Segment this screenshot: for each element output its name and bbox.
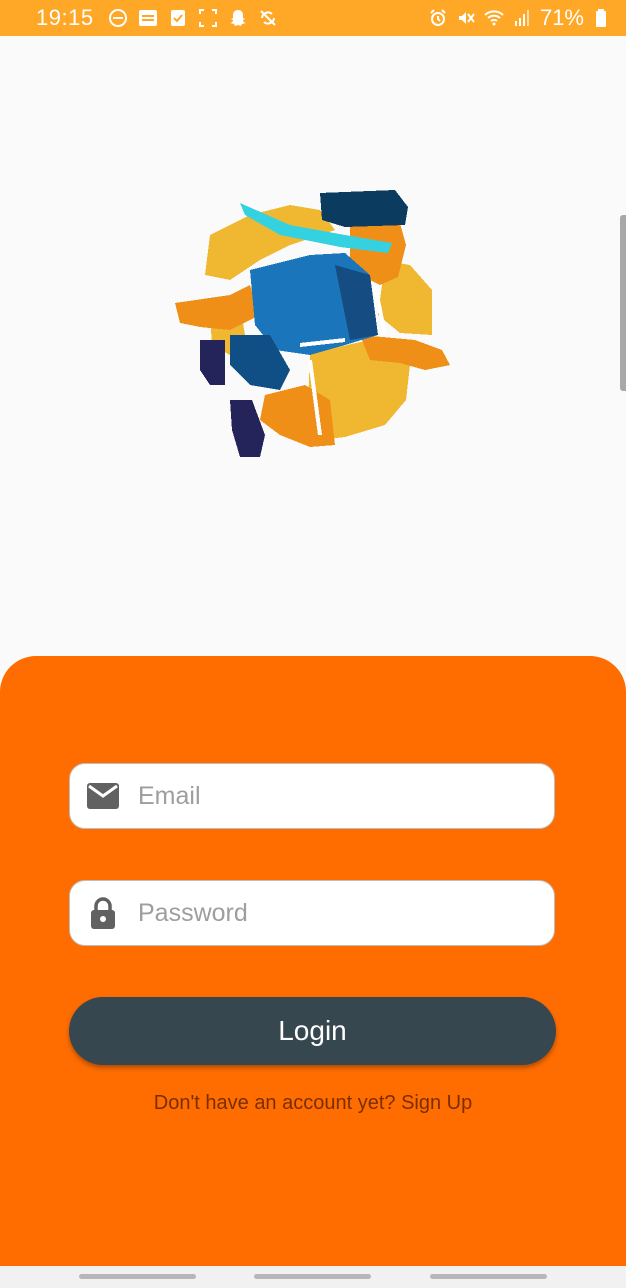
email-input[interactable] (136, 780, 520, 812)
alarm-icon (428, 8, 448, 28)
login-panel: Login Don't have an account yet? Sign Up (0, 656, 626, 1266)
login-button[interactable]: Login (69, 997, 556, 1065)
email-field[interactable] (69, 763, 555, 829)
wifi-icon (484, 8, 504, 28)
nav-recent-button[interactable] (79, 1274, 196, 1279)
nav-home-button[interactable] (254, 1274, 371, 1279)
nav-back-button[interactable] (430, 1274, 547, 1279)
signal-icon (512, 8, 532, 28)
app-notification-icon (138, 8, 158, 28)
navigation-bar (0, 1266, 626, 1288)
lock-icon (86, 896, 120, 930)
sync-off-icon (258, 8, 278, 28)
password-input[interactable] (136, 897, 520, 929)
status-time: 19:15 (36, 5, 94, 30)
password-field[interactable] (69, 880, 555, 946)
status-bar: 19:15 71% (0, 0, 626, 36)
signup-link[interactable]: Don't have an account yet? Sign Up (0, 1092, 626, 1115)
app-logo (170, 185, 460, 470)
do-not-disturb-icon (108, 8, 128, 28)
snapchat-icon (228, 8, 248, 28)
mute-icon (456, 8, 476, 28)
battery-icon (592, 8, 612, 28)
scrollbar-thumb[interactable] (620, 215, 626, 391)
checklist-icon (168, 8, 188, 28)
email-icon (86, 779, 120, 813)
screenshot-icon (198, 8, 218, 28)
battery-percent: 71% (539, 5, 584, 30)
